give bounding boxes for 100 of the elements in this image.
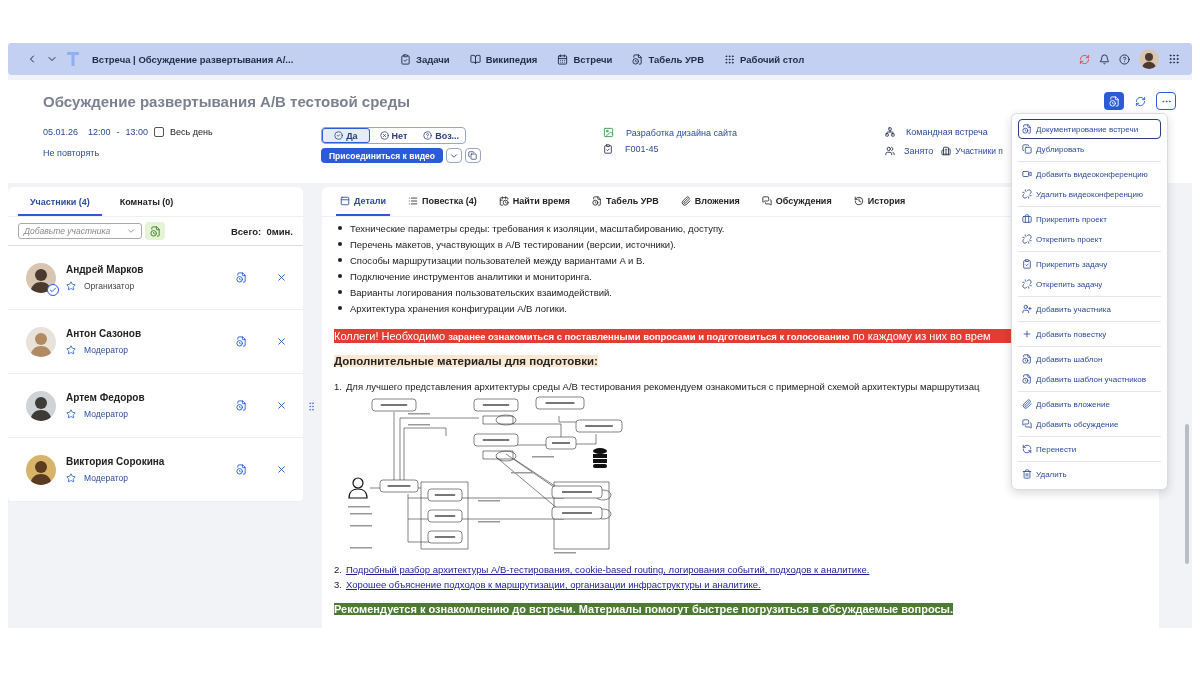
copy-icon (1022, 144, 1032, 154)
menu-item[interactable]: Добавить участника (1018, 299, 1161, 319)
nav-link[interactable]: Задачи (400, 53, 450, 65)
document-clock-icon (1022, 124, 1032, 134)
join-video-button[interactable]: Присоединиться к видео (321, 148, 443, 163)
content-tab[interactable]: Повестка (4) (404, 188, 481, 216)
panel-tab[interactable]: Участники (4) (18, 190, 102, 216)
menu-item[interactable]: Открепить проект (1018, 229, 1161, 249)
participant-name: Андрей Марков (66, 264, 145, 275)
star-icon (66, 409, 76, 419)
document-clock-icon (1022, 354, 1032, 364)
meeting-type[interactable]: Командная встреча (906, 127, 988, 137)
avatar (26, 454, 56, 485)
more-button[interactable] (1156, 92, 1176, 110)
participants-link[interactable]: Участники п (955, 146, 1003, 156)
menu-item[interactable]: Добавить повестку (1018, 324, 1161, 344)
menu-item[interactable]: Добавить вложение (1018, 394, 1161, 414)
document-clock-icon (235, 464, 247, 475)
content-tab[interactable]: Обсуждения (757, 188, 836, 216)
avatar (26, 326, 56, 357)
x-circle-icon (379, 131, 389, 140)
logo-icon (66, 51, 80, 67)
unlink-icon (1022, 189, 1032, 199)
grid-icon (724, 53, 736, 65)
all-day-label: Весь день (170, 127, 213, 137)
meeting-date[interactable]: 05.01.26 (43, 127, 79, 137)
close-icon (275, 464, 287, 475)
nav-link[interactable]: Встречи (557, 53, 613, 65)
chevron-down-icon (126, 226, 136, 236)
bullet-text: Варианты логирования пользовательских взаимодействий. (350, 286, 612, 298)
document-clock-icon (149, 225, 161, 237)
nav-link[interactable]: Табель УРВ (632, 53, 705, 65)
refresh-icon (1022, 444, 1032, 454)
participant-select[interactable]: Добавьте участника (18, 223, 142, 239)
menu-item[interactable]: Добавить обсуждение (1018, 414, 1161, 434)
bullet-icon (338, 242, 342, 246)
menu-item[interactable]: Прикрепить проект (1018, 209, 1161, 229)
dropdown-button[interactable] (446, 148, 462, 163)
participant-role: Модератор (84, 473, 128, 483)
help-icon (1119, 53, 1130, 65)
menu-item[interactable]: Удалить видеоконференцию (1018, 184, 1161, 204)
clipboard-check-icon (603, 144, 613, 154)
document-clock-icon (592, 196, 603, 206)
repeat-link[interactable]: Не повторять (43, 148, 100, 158)
bullet-text: Способы маршрутизации пользователей между вариантами A и B. (350, 254, 645, 266)
busy-status[interactable]: Занято (904, 146, 934, 156)
end-time[interactable]: 13:00 (125, 127, 149, 137)
bullet-text: Технические параметры среды: требования к изоляции, масштабированию, доступу. (350, 222, 725, 234)
all-day-checkbox[interactable] (154, 127, 165, 137)
resource-link[interactable]: Подробный разбор архитектуры A/B-тестирования, cookie-based routing, логирования событий, подходов к аналитике. (345, 564, 870, 575)
participant-name: Виктория Сорокина (66, 456, 166, 467)
participant-role: Модератор (84, 345, 128, 355)
participant-role: Модератор (84, 409, 128, 419)
content-tab[interactable]: Детали (336, 188, 391, 216)
document-button[interactable] (1104, 92, 1124, 110)
apps-grid-icon (1168, 53, 1180, 65)
rsvp-button[interactable]: Воз... (417, 128, 465, 143)
item-number: 3. (334, 579, 342, 590)
template-button[interactable] (145, 222, 165, 240)
help-icon (423, 131, 433, 140)
drag-handle-icon[interactable] (306, 401, 317, 412)
rsvp-button[interactable]: Нет (369, 128, 418, 143)
content-tab[interactable]: Найти время (494, 188, 575, 216)
menu-item[interactable]: Документирование встречи (1018, 119, 1161, 139)
panel-tab[interactable]: Комнаты (0) (107, 190, 186, 216)
task-link[interactable]: F001-45 (625, 144, 659, 154)
project-link[interactable]: Разработка дизайна сайта (626, 127, 737, 138)
building-icon (941, 146, 952, 156)
add-user-icon (1022, 304, 1032, 314)
menu-item[interactable]: Добавить видеоконференцию (1018, 164, 1161, 184)
rsvp-button[interactable]: Да (322, 128, 370, 143)
menu-item[interactable]: Открепить задачу (1018, 274, 1161, 294)
project-icon (603, 127, 614, 138)
calendar-icon (557, 53, 569, 65)
menu-item[interactable]: Перенести (1018, 439, 1161, 459)
nav-link[interactable]: Рабочий стол (724, 53, 805, 65)
star-icon (66, 345, 76, 355)
menu-item[interactable]: Удалить (1018, 464, 1161, 484)
video-icon (1022, 169, 1032, 179)
paperclip-icon (1022, 399, 1032, 409)
resource-link[interactable]: Хорошее объяснение подходов к маршрутизации, организации инфраструктуры и аналитике. (345, 579, 761, 590)
menu-item[interactable]: Добавить шаблон (1018, 349, 1161, 369)
nav-link[interactable]: Википедия (469, 53, 538, 65)
list-icon (408, 196, 419, 206)
meeting-title: Обсуждение развертывания A/B тестовой среды (43, 92, 410, 110)
document-clock-icon (632, 53, 644, 65)
close-icon (275, 400, 287, 411)
participant-name: Артем Федоров (66, 392, 146, 403)
menu-item[interactable]: Прикрепить задачу (1018, 254, 1161, 274)
start-time[interactable]: 12:00 (88, 127, 111, 137)
copy-button[interactable] (465, 148, 481, 163)
content-tab[interactable]: Вложения (676, 188, 744, 216)
content-tab[interactable]: Табель УРВ (588, 188, 663, 216)
menu-item[interactable]: Добавить шаблон участников (1018, 369, 1161, 389)
time-dash: - (116, 127, 120, 137)
bullet-icon (338, 258, 342, 262)
item-text: Для лучшего представления архитектуры среды A/B тестирования рекомендуем ознакомиться с примерной схемой архитектуры маршрутизац (345, 381, 980, 392)
bullet-icon (338, 290, 342, 294)
content-tab[interactable]: История (849, 188, 910, 216)
menu-item[interactable]: Дублировать (1018, 139, 1161, 159)
